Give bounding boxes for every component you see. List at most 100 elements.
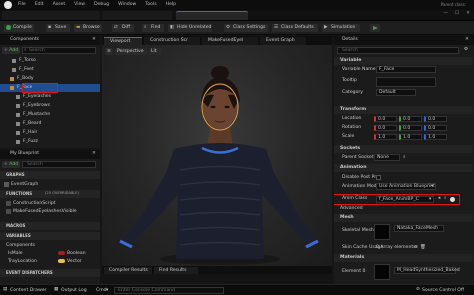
graphs-section[interactable]: GRAPHS — [0, 171, 100, 179]
transform-value-field[interactable]: 1.0 — [399, 134, 422, 140]
compile-button[interactable]: Compile — [4, 24, 34, 32]
animation-mode-dropdown[interactable]: Use Animation Blueprint ▾ — [376, 183, 436, 190]
macros-section[interactable]: MACROS — [0, 222, 100, 230]
add-element-icon[interactable]: ⊕ — [414, 245, 418, 251]
close-icon[interactable]: ✕ — [92, 37, 96, 43]
tab-compiler-results[interactable]: Compiler Results — [104, 267, 152, 274]
close-icon[interactable]: ✕ — [465, 37, 469, 43]
variable-field[interactable] — [376, 77, 436, 87]
function-item-fused-eyelashes[interactable]: MakeFusedEyelashesVisible — [0, 208, 100, 215]
tab-construction-script[interactable]: Construction Scr — [144, 37, 200, 45]
variables-section[interactable]: VARIABLES — [0, 232, 100, 240]
menu-item-view[interactable]: View — [74, 2, 85, 8]
details-search-input[interactable]: Search — [337, 47, 459, 54]
function-item-construction[interactable]: ConstructionScript — [0, 200, 100, 207]
transform-value-field[interactable]: 0.0 — [399, 125, 422, 131]
close-icon[interactable]: ✕ — [92, 151, 96, 157]
variable-row-category: Category Default — [334, 89, 474, 97]
event-graph-item[interactable]: EventGraph — [0, 181, 100, 188]
sockets-section[interactable]: Sockets — [334, 145, 473, 153]
variable-section[interactable]: Variable — [334, 57, 473, 65]
transform-value-field[interactable]: 0.0 — [424, 125, 447, 131]
browse-button[interactable]: ▬ Browse — [74, 24, 102, 32]
advanced-row[interactable]: Advanced — [334, 205, 474, 212]
event-dispatchers-section[interactable]: EVENT DISPATCHERS — [0, 269, 100, 277]
tab-event-graph[interactable]: Event Graph — [260, 37, 306, 45]
viewport-canvas[interactable]: ≡ Perspective Lit — [102, 45, 332, 266]
unreal-logo-icon[interactable] — [4, 1, 12, 9]
component-item-f-hair[interactable]: F_Hair — [0, 129, 100, 137]
menu-item-tools[interactable]: Tools — [145, 2, 156, 8]
component-item-f-fuzz[interactable]: F_Fuzz — [0, 138, 100, 146]
add-member-button[interactable]: + Add — [2, 161, 20, 168]
tab-find-results[interactable]: Find Results — [154, 267, 198, 274]
document-tab-bar: MetaHumanMap Project Settings BP_MetaHum… — [0, 10, 474, 31]
parent-socket-field[interactable]: None — [374, 154, 400, 161]
transform-value-field[interactable]: 0.0 — [374, 116, 397, 122]
variable-item-ismale[interactable]: IsMale Boolean — [0, 250, 100, 257]
settings-icon[interactable]: ⚙ — [464, 47, 468, 53]
delete-icon[interactable]: 🗑 — [420, 245, 426, 251]
transform-value-field[interactable]: 0.0 — [374, 125, 397, 131]
minimize-icon[interactable]: — — [443, 11, 448, 17]
component-item-f-body[interactable]: F_Body — [0, 75, 100, 83]
class-defaults-button[interactable]: ☰ Class Defaults — [272, 24, 318, 32]
my-blueprint-search-input[interactable]: Search — [22, 161, 96, 168]
transform-value-field[interactable]: 1.0 — [424, 134, 447, 140]
disable-post-checkbox[interactable] — [376, 175, 381, 180]
find-button[interactable]: ⌕ Find — [142, 24, 164, 32]
save-button[interactable]: ▪ Save — [46, 24, 70, 32]
content-drawer-button[interactable]: ▤ Content Drawer — [3, 287, 49, 294]
add-component-button[interactable]: + Add — [2, 47, 20, 54]
variable-field[interactable]: F_Face — [376, 66, 436, 73]
components-search-input[interactable]: ⌕ Search — [22, 47, 96, 54]
tab-make-fused-eyelashes[interactable]: MakeFusedEyel — [202, 37, 258, 45]
cmd-dropdown[interactable]: Cmd ▾ — [96, 287, 112, 294]
variable-item-traylocation[interactable]: TrayLocation Vector — [0, 258, 100, 265]
simulation-button[interactable]: ▶ Simulation — [322, 24, 360, 32]
search-icon[interactable]: ⌕ — [403, 155, 406, 161]
tab-project-settings[interactable]: Project Settings — [102, 11, 172, 30]
menu-item-window[interactable]: Window — [118, 2, 136, 8]
materials-section[interactable]: Materials — [334, 254, 473, 262]
play-button[interactable] — [370, 24, 380, 32]
transform-value-field[interactable]: 0.0 — [399, 116, 422, 122]
component-label: F_Torso — [19, 58, 36, 63]
output-log-button[interactable]: ▦ Output Log — [54, 287, 92, 294]
mesh-section[interactable]: Mesh — [334, 214, 473, 222]
hide-unrelated-button[interactable]: ◧ Hide Unrelated — [168, 24, 212, 32]
tab-metahumanmap[interactable]: MetaHumanMap — [2, 11, 100, 30]
element0-dropdown[interactable]: M_HeadSynthesized_Baked — [394, 267, 460, 274]
menu-item-file[interactable]: File — [18, 2, 26, 8]
tab-bp-metahuman[interactable]: BP_MetaHuman — [176, 11, 248, 31]
source-control-button[interactable]: ⊘ Source Control Off — [416, 287, 472, 294]
menu-item-edit[interactable]: Edit — [35, 2, 44, 8]
component-item-f-eyebrows[interactable]: F_Eyebrows — [0, 102, 100, 110]
transform-section[interactable]: Transform — [334, 106, 473, 114]
tab-viewport[interactable]: Viewport — [104, 37, 142, 45]
transform-value-field[interactable]: 0.0 — [424, 116, 447, 122]
component-item-f-beard[interactable]: F_Beard — [0, 120, 100, 128]
skeletal-mesh-thumbnail[interactable] — [374, 224, 390, 240]
skeletal-mesh-dropdown[interactable]: Nataka_FaceMesh — [394, 225, 444, 232]
menu-item-asset[interactable]: Asset — [53, 2, 66, 8]
component-item-f-mustache[interactable]: F_Mustache — [0, 111, 100, 119]
close-icon[interactable]: ✕ — [466, 11, 470, 17]
transform-value-field[interactable]: 1.0 — [374, 134, 397, 140]
diff-button[interactable]: ⇄ Diff — [112, 24, 134, 32]
component-item-f-torso[interactable]: F_Torso — [0, 57, 100, 65]
variable-field[interactable]: Default — [376, 89, 416, 96]
menu-item-help[interactable]: Help — [166, 2, 176, 8]
material-thumbnail[interactable] — [374, 264, 390, 280]
transform-row-location: Location 0.0 0.0 0.0 — [334, 115, 474, 123]
component-item-f-eyelashes[interactable]: F_Eyelashes — [0, 93, 100, 101]
class-settings-button[interactable]: ⚙ Class Settings — [224, 24, 268, 32]
maximize-icon[interactable]: ☐ — [455, 11, 459, 17]
console-command-input[interactable]: Enter Console Command — [114, 287, 224, 294]
parent-class-label: Parent class: — [440, 2, 466, 7]
component-item-f-feet[interactable]: F_Feet — [0, 66, 100, 74]
functions-section[interactable]: FUNCTIONS (25 OVERRIDABLE) — [0, 190, 100, 198]
animation-section[interactable]: Animation — [334, 164, 473, 172]
components-category[interactable]: Components — [0, 242, 100, 249]
menu-item-debug[interactable]: Debug — [94, 2, 109, 8]
